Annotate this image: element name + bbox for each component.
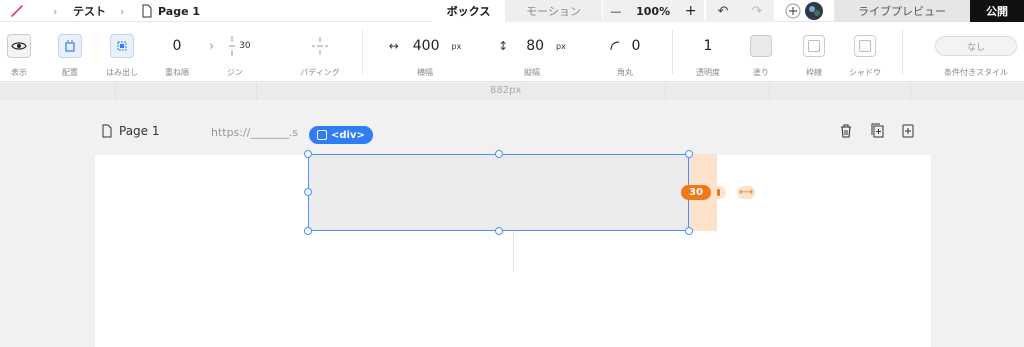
shadow-control[interactable]: シャドウ [843, 22, 887, 82]
width-value[interactable]: 400 [413, 38, 440, 54]
ruler: 882px [0, 83, 1024, 100]
padding-icon[interactable] [290, 34, 350, 58]
selected-div-box[interactable] [308, 154, 689, 231]
resize-handle-top-right[interactable] [685, 150, 693, 158]
layout-icon[interactable] [58, 34, 82, 58]
margin-control[interactable]: › 30 ジン [205, 22, 265, 82]
resize-handle-top[interactable] [495, 150, 503, 158]
width-label: 横幅 [417, 68, 433, 77]
margin-value-badge[interactable]: 30 [681, 185, 711, 200]
radius-value[interactable]: 0 [632, 38, 641, 54]
padding-control[interactable]: パディング [290, 22, 350, 82]
height-unit[interactable]: px [556, 42, 566, 51]
height-label: 縦幅 [524, 68, 540, 77]
zoom-control: — 100% + [603, 0, 704, 22]
border-label: 枠線 [806, 68, 822, 77]
overflow-label: はみ出し [106, 68, 138, 77]
shadow-label: シャドウ [849, 68, 881, 77]
margin-drag-knob[interactable] [712, 186, 726, 199]
overflow-icon[interactable] [110, 34, 134, 58]
page-file-icon [141, 0, 153, 22]
eye-icon[interactable] [7, 34, 31, 58]
margin-label: ジン [227, 68, 243, 77]
opacity-control[interactable]: 1 透明度 [680, 22, 736, 82]
add-collaborator-button[interactable] [785, 0, 801, 22]
opacity-value[interactable]: 1 [680, 34, 736, 58]
project-name[interactable]: テスト [73, 0, 106, 22]
property-toolbar: 表示 配置 はみ出し 0 重ね順 › 30 ジン パディング ↔ 400 px … [0, 22, 1024, 82]
overflow-control[interactable]: はみ出し [102, 22, 142, 82]
chevron-right-icon: › [53, 4, 58, 18]
breadcrumb-page[interactable]: Page 1 [158, 0, 200, 22]
resize-handle-bottom-left[interactable] [304, 227, 312, 235]
height-control[interactable]: ↕ 80 px 縦幅 [482, 22, 582, 82]
center-guide [513, 230, 514, 272]
conditional-style-select[interactable]: なし [935, 36, 1017, 56]
tab-motion[interactable]: モーション [505, 0, 602, 22]
border-swatch[interactable] [803, 35, 825, 57]
page-file-icon [102, 124, 112, 138]
resize-handle-bottom[interactable] [495, 227, 503, 235]
corner-radius-icon [609, 41, 619, 51]
resize-handle-top-left[interactable] [304, 150, 312, 158]
zoom-in-button[interactable]: + [685, 3, 697, 19]
height-value[interactable]: 80 [526, 38, 544, 54]
display-control[interactable]: 表示 [0, 22, 38, 82]
conditional-style-control[interactable]: なし 条件付きスタイル [930, 22, 1022, 82]
element-tag-name: <div> [331, 129, 365, 141]
height-arrows-icon: ↕ [498, 39, 509, 53]
margin-value[interactable]: 30 [239, 41, 250, 51]
z-order-label: 重ね順 [165, 68, 189, 77]
zoom-level: 100% [636, 4, 671, 18]
top-bar: › テスト › Page 1 ボックス モーション — 100% + ↶ ↷ ラ… [0, 0, 1024, 22]
toolbar-divider [902, 30, 903, 74]
chevron-right-icon: › [209, 38, 215, 54]
width-unit[interactable]: px [451, 42, 461, 51]
duplicate-page-icon[interactable] [870, 122, 886, 140]
trash-icon[interactable] [838, 122, 854, 140]
conditional-style-label: 条件付きスタイル [944, 68, 1008, 77]
tab-box[interactable]: ボックス [432, 0, 505, 22]
horizontal-resize-icon[interactable]: ⟷ [737, 186, 755, 199]
avatar[interactable] [805, 0, 823, 22]
radius-control[interactable]: 0 角丸 [595, 22, 655, 82]
z-order-control[interactable]: 0 重ね順 [155, 22, 199, 82]
pen-icon[interactable] [10, 0, 24, 22]
padding-label: パディング [300, 68, 340, 77]
border-control[interactable]: 枠線 [797, 22, 831, 82]
history-controls: ↶ ↷ [706, 0, 774, 22]
layout-control[interactable]: 配置 [52, 22, 88, 82]
width-control[interactable]: ↔ 400 px 横幅 [370, 22, 480, 82]
add-page-icon[interactable] [900, 122, 916, 140]
shadow-swatch[interactable] [854, 35, 876, 57]
display-label: 表示 [11, 68, 27, 77]
z-order-value[interactable]: 0 [155, 34, 199, 58]
chevron-right-icon: › [120, 4, 125, 18]
ruler-width-label: 882px [490, 85, 522, 96]
fill-label: 塗り [753, 68, 769, 77]
resize-handle-left[interactable] [304, 188, 312, 196]
fill-control[interactable]: 塗り [744, 22, 778, 82]
zoom-out-button[interactable]: — [610, 5, 621, 18]
page-title: Page 1 [119, 124, 160, 138]
undo-icon[interactable]: ↶ [718, 4, 729, 19]
checkbox-icon [317, 130, 327, 140]
resize-handle-bottom-right[interactable] [685, 227, 693, 235]
page-header: Page 1 [101, 124, 160, 138]
toolbar-divider [672, 30, 673, 74]
page-url: https://_______.s [211, 126, 299, 139]
toolbar-divider [362, 30, 363, 74]
width-arrows-icon: ↔ [388, 39, 399, 53]
redo-icon[interactable]: ↷ [752, 4, 763, 19]
radius-label: 角丸 [617, 68, 633, 77]
opacity-label: 透明度 [696, 68, 720, 77]
layout-label: 配置 [62, 68, 78, 77]
publish-button[interactable]: 公開 [970, 0, 1024, 22]
live-preview-button[interactable]: ライブプレビュー [834, 0, 970, 22]
element-tag-label[interactable]: <div> [309, 126, 373, 144]
fill-swatch[interactable] [750, 35, 772, 57]
